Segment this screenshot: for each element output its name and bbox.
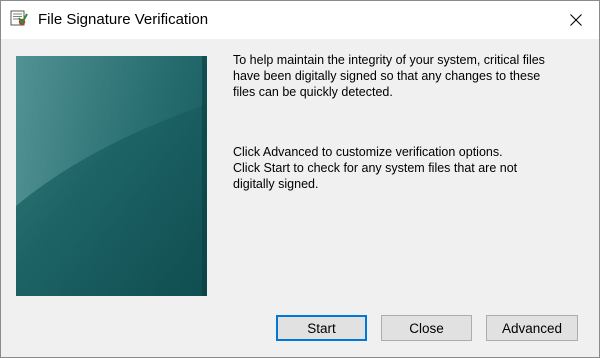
certificate-check-icon: [10, 10, 28, 28]
intro-line: have been digitally signed so that any c…: [233, 69, 541, 83]
close-icon: [570, 14, 582, 26]
instructions-line: Click Advanced to customize verification…: [233, 145, 503, 159]
close-window-button[interactable]: [553, 1, 599, 39]
advanced-button[interactable]: Advanced: [486, 315, 578, 341]
start-button[interactable]: Start: [276, 315, 367, 341]
title-bar[interactable]: File Signature Verification: [1, 1, 599, 39]
dialog-window: File Signature Verification To help main…: [0, 0, 600, 358]
window-title: File Signature Verification: [38, 11, 209, 28]
intro-paragraph: To help maintain the integrity of your s…: [233, 52, 578, 100]
close-button[interactable]: Close: [381, 315, 472, 341]
instructions-line: digitally signed.: [233, 177, 319, 191]
instructions-paragraph: Click Advanced to customize verification…: [233, 144, 578, 192]
intro-line: To help maintain the integrity of your s…: [233, 53, 545, 67]
intro-line: files can be quickly detected.: [233, 85, 393, 99]
instructions-line: Click Start to check for any system file…: [233, 161, 518, 175]
banner-image: [16, 56, 207, 296]
